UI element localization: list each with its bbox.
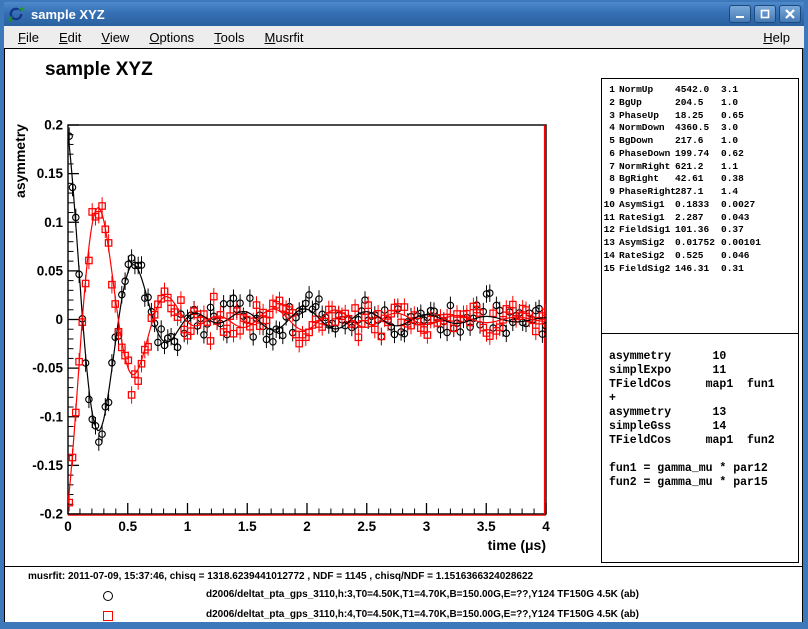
menu-view[interactable]: View: [91, 28, 139, 47]
x-tick-label: 0: [64, 519, 72, 534]
menu-file[interactable]: File: [8, 28, 49, 47]
menu-tools[interactable]: Tools: [204, 28, 254, 47]
legend-row: d2006/deltat_pta_gps_3110,h:3,T0=4.50K,T…: [5, 588, 802, 604]
menubar: FileEditViewOptionsToolsMusrfit Help: [4, 26, 804, 48]
param-row: 3PhaseUp18.250.65: [602, 110, 798, 123]
x-tick-label: 4: [542, 519, 550, 534]
param-row: 4NormDown4360.53.0: [602, 122, 798, 135]
theory-line: +: [609, 392, 798, 406]
theory-line: asymmetry 10: [609, 350, 798, 364]
theory-line: asymmetry 13: [609, 406, 798, 420]
theory-line: simpleGss 14: [609, 420, 798, 434]
y-tick-label: 0: [55, 312, 63, 327]
fit-info: musrfit: 2011-07-09, 15:37:46, chisq = 1…: [28, 571, 533, 582]
x-tick-label: 1: [184, 519, 192, 534]
x-tick-label: 2: [303, 519, 311, 534]
series-circle-fit-line: [68, 134, 546, 431]
param-row: 8BgRight42.610.38: [602, 173, 798, 186]
parameter-table: 1NormUp4542.03.12BgUp204.51.03PhaseUp18.…: [601, 78, 799, 334]
legend-label: d2006/deltat_pta_gps_3110,h:3,T0=4.50K,T…: [206, 589, 639, 600]
theory-line: fun1 = gamma_mu * par12: [609, 462, 798, 476]
theory-line: TFieldCos map1 fun2: [609, 434, 798, 448]
y-tick-label: -0.05: [32, 361, 63, 376]
y-tick-label: -0.1: [40, 409, 64, 424]
y-axis-title: asymmetry: [12, 124, 28, 198]
legend-circle-marker: [103, 591, 113, 601]
app-window: sample XYZ FileEditViewOptionsToolsMusrf…: [0, 0, 808, 629]
y-tick-label: -0.2: [40, 507, 63, 522]
series-square-fit-line: [68, 208, 546, 504]
close-button[interactable]: [779, 5, 801, 23]
x-axis-title: time (μs): [488, 537, 546, 553]
x-tick-label: 0.5: [118, 519, 137, 534]
window-title: sample XYZ: [31, 7, 723, 22]
theory-line: [609, 448, 798, 462]
x-tick-label: 2.5: [357, 519, 376, 534]
y-tick-label: 0.15: [37, 166, 64, 181]
menu-musrfit[interactable]: Musrfit: [255, 28, 314, 47]
menu-help[interactable]: Help: [753, 28, 800, 47]
param-row: 9PhaseRight287.11.4: [602, 186, 798, 199]
titlebar[interactable]: sample XYZ: [4, 2, 804, 26]
param-row: 13AsymSig20.017520.00101: [602, 237, 798, 250]
param-row: 1NormUp4542.03.1: [602, 84, 798, 97]
y-tick-label: -0.15: [32, 458, 63, 473]
theory-line: fun2 = gamma_mu * par15: [609, 476, 798, 490]
maximize-button[interactable]: [754, 5, 776, 23]
param-row: 6PhaseDown199.740.62: [602, 148, 798, 161]
minimize-button[interactable]: [729, 5, 751, 23]
x-tick-label: 3: [423, 519, 431, 534]
legend-label: d2006/deltat_pta_gps_3110,h:4,T0=4.50K,T…: [206, 609, 639, 620]
y-tick-label: 0.2: [44, 118, 63, 133]
legend-square-marker: [103, 611, 113, 621]
menu-options[interactable]: Options: [139, 28, 204, 47]
y-tick-label: 0.05: [37, 263, 64, 278]
param-row: 12FieldSig1101.360.37: [602, 224, 798, 237]
legend-row: d2006/deltat_pta_gps_3110,h:4,T0=4.50K,T…: [5, 608, 802, 624]
root-canvas[interactable]: sample XYZ 0 0.5 1 1.5 2 2.5 3 3.5 4 0.2 0.15 0.1 0.0…: [4, 48, 803, 622]
y-tick-label: 0.1: [44, 215, 63, 230]
plot-title: sample XYZ: [45, 59, 153, 80]
asymmetry-plot[interactable]: sample XYZ 0 0.5 1 1.5 2 2.5 3 3.5 4 0.2 0.15 0.1 0.0…: [5, 49, 605, 566]
param-row: 15FieldSig2146.310.31: [602, 263, 798, 276]
param-row: 11RateSig12.2870.043: [602, 212, 798, 225]
menu-edit[interactable]: Edit: [49, 28, 91, 47]
fit-status-strip: musrfit: 2011-07-09, 15:37:46, chisq = 1…: [5, 566, 802, 622]
series-circle-points: [66, 127, 549, 450]
theory-block: asymmetry 10simplExpo 11TFieldCos map1 f…: [601, 333, 799, 563]
param-row: 2BgUp204.51.0: [602, 97, 798, 110]
theory-line: simplExpo 11: [609, 364, 798, 378]
param-row: 10AsymSig10.18330.0027: [602, 199, 798, 212]
series-square-points: [66, 197, 549, 511]
param-row: 7NormRight621.21.1: [602, 161, 798, 174]
param-row: 5BgDown217.61.0: [602, 135, 798, 148]
x-tick-label: 3.5: [477, 519, 496, 534]
theory-line: TFieldCos map1 fun1: [609, 378, 798, 392]
param-row: 14RateSig20.5250.046: [602, 250, 798, 263]
x-tick-label: 1.5: [238, 519, 257, 534]
app-icon: [7, 5, 25, 23]
